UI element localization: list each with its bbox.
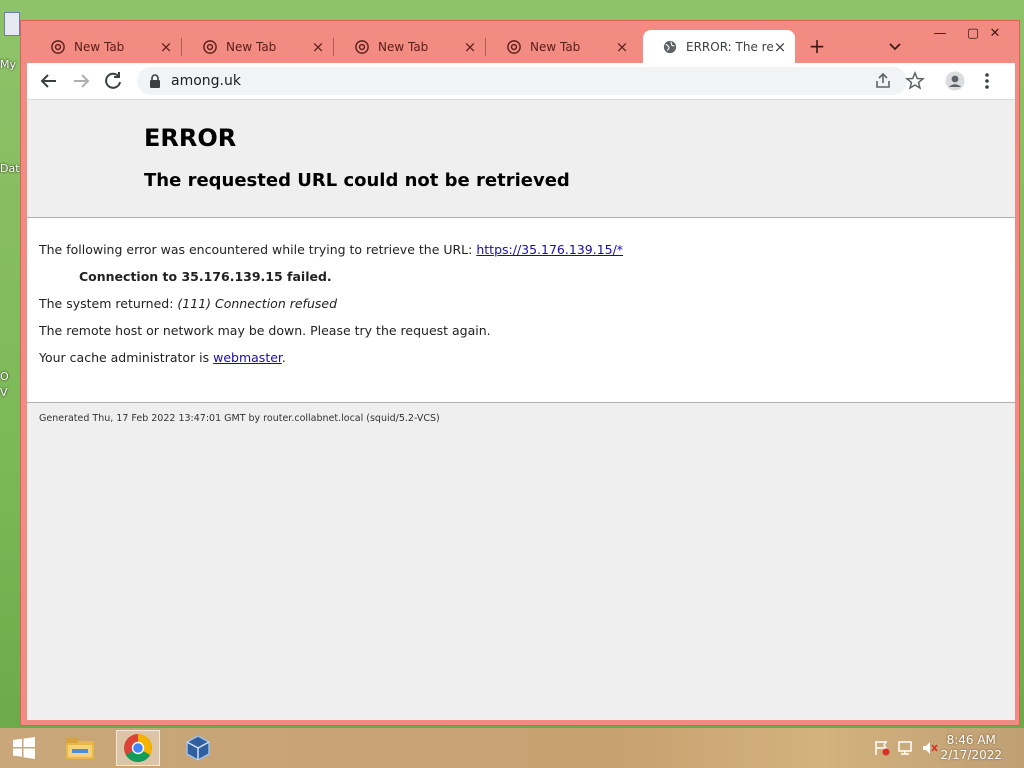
address-url: among.uk [171, 73, 241, 89]
remote-host-line: The remote host or network may be down. … [39, 323, 491, 338]
reload-icon[interactable] [101, 69, 125, 93]
chrome-icon [203, 39, 217, 54]
generated-footer: Generated Thu, 17 Feb 2022 13:47:01 GMT … [39, 413, 440, 424]
tab-active[interactable]: ERROR: The requ × [643, 30, 795, 63]
cache-admin-text: Your cache administrator is [39, 350, 214, 365]
tab-title: New Tab [530, 39, 581, 54]
tab-title: ERROR: The requ [686, 39, 773, 54]
error-header: ERROR The requested URL could not be ret… [27, 100, 1015, 218]
file-explorer-icon [66, 738, 94, 759]
desktop-icon-label: V [0, 386, 8, 399]
windows-logo-icon [13, 737, 35, 759]
action-center-flag-icon[interactable] [873, 740, 891, 756]
profile-avatar-icon[interactable] [945, 71, 965, 91]
taskbar: 8:46 AM 2/17/2022 [0, 728, 1024, 768]
system-returned-value: (111) Connection refused [177, 296, 337, 311]
error-details: The following error was encountered whil… [27, 218, 1015, 403]
tab-strip: New Tab × New Tab × New Tab × New Tab × … [21, 21, 1019, 63]
new-tab-button[interactable]: + [806, 35, 828, 57]
lock-icon[interactable] [149, 74, 161, 88]
clock-time: 8:46 AM [946, 733, 996, 747]
chrome-icon [124, 734, 152, 762]
close-window-button[interactable]: ✕ [979, 23, 1011, 45]
browser-toolbar: among.uk [27, 63, 1015, 100]
system-returned-text: The system returned: [39, 296, 178, 311]
tab-title: New Tab [74, 39, 125, 54]
file-explorer-button[interactable] [58, 730, 102, 766]
cache-admin-end: . [281, 350, 286, 365]
close-tab-icon[interactable]: × [159, 39, 173, 54]
page-title: ERROR [144, 124, 237, 152]
connection-failed-line: Connection to 35.176.139.15 failed. [79, 269, 332, 284]
error-url-line: The following error was encountered whil… [39, 242, 623, 257]
bookmark-star-icon[interactable] [905, 71, 925, 91]
tab-separator [485, 38, 486, 56]
page-content: ERROR The requested URL could not be ret… [27, 100, 1015, 720]
webmaster-link[interactable]: webmaster [213, 350, 282, 365]
tab[interactable]: New Tab × [183, 30, 334, 63]
start-button[interactable] [2, 730, 46, 766]
share-icon[interactable] [873, 71, 893, 91]
chrome-taskbar-button[interactable] [116, 730, 160, 766]
chrome-icon [507, 39, 521, 54]
network-icon[interactable] [897, 740, 915, 756]
forward-arrow-icon[interactable] [69, 69, 93, 93]
desktop-icon-label: O [0, 370, 9, 383]
virtualbox-taskbar-button[interactable] [176, 730, 220, 766]
volume-muted-icon[interactable] [921, 740, 939, 756]
tab-title: New Tab [378, 39, 429, 54]
virtualbox-icon [186, 735, 210, 761]
cache-admin-line: Your cache administrator is webmaster. [39, 350, 286, 365]
desktop-icon-label: Dat [0, 162, 20, 175]
close-tab-icon[interactable]: × [773, 39, 787, 54]
error-url-link[interactable]: https://35.176.139.15/* [476, 242, 623, 257]
desktop-icon[interactable] [4, 12, 20, 36]
close-tab-icon[interactable]: × [311, 39, 325, 54]
tab-title: New Tab [226, 39, 277, 54]
kebab-menu-icon[interactable] [977, 71, 997, 91]
tab[interactable]: New Tab × [335, 30, 486, 63]
chrome-icon [51, 39, 65, 54]
close-tab-icon[interactable]: × [463, 39, 477, 54]
chrome-icon [355, 39, 369, 54]
close-tab-icon[interactable]: × [615, 39, 629, 54]
clock-date: 2/17/2022 [940, 748, 1002, 762]
address-bar[interactable]: among.uk [137, 67, 907, 95]
tab-separator [181, 38, 182, 56]
tab[interactable]: New Tab × [487, 30, 637, 63]
browser-window: New Tab × New Tab × New Tab × New Tab × … [20, 20, 1020, 726]
page-subtitle: The requested URL could not be retrieved [144, 170, 570, 191]
system-clock[interactable]: 8:46 AM 2/17/2022 [940, 733, 1002, 763]
tab-separator [333, 38, 334, 56]
minimize-button[interactable]: — [924, 23, 956, 45]
globe-icon [663, 40, 677, 53]
error-url-text: The following error was encountered whil… [39, 242, 477, 257]
tab[interactable]: New Tab × [31, 30, 182, 63]
system-returned-line: The system returned: (111) Connection re… [39, 296, 337, 311]
desktop-icon-label: My [0, 58, 17, 71]
chevron-down-icon[interactable] [886, 37, 904, 55]
back-arrow-icon[interactable] [37, 69, 61, 93]
